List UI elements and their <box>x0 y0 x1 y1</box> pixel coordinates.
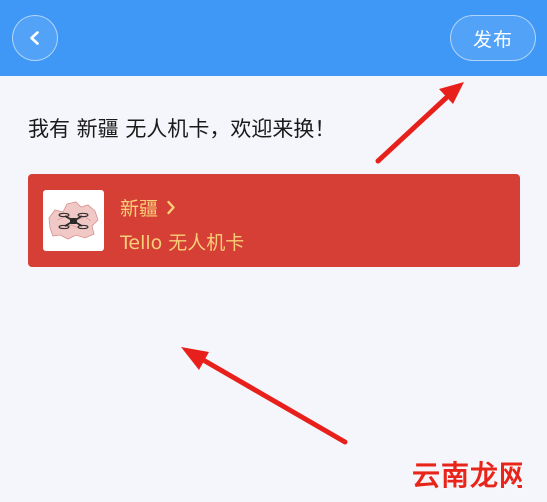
post-text: 我有 新疆 无人机卡，欢迎来换！ <box>28 117 336 141</box>
chevron-left-icon <box>30 31 39 45</box>
card-title: Tello 无人机卡 <box>120 232 245 254</box>
svg-text:云南龙网: 云南龙网 <box>412 459 522 492</box>
publish-button[interactable]: 发布 <box>450 15 536 61</box>
back-button[interactable] <box>12 15 58 61</box>
watermark-text-art: 云南龙网 <box>412 459 522 492</box>
chevron-right-icon <box>167 200 175 215</box>
arrow-to-card-icon <box>181 347 348 445</box>
watermark-logo: 云南龙网 <box>412 456 522 492</box>
arrow-to-publish-icon <box>375 82 464 164</box>
card-region: 新疆 <box>120 194 176 221</box>
drone-map-icon <box>48 201 99 240</box>
top-bar: 发布 <box>0 0 547 76</box>
card-link[interactable]: 新疆 Tello 无人机卡 <box>28 174 520 267</box>
card-thumbnail <box>43 190 104 251</box>
card-region-label: 新疆 <box>120 198 159 220</box>
